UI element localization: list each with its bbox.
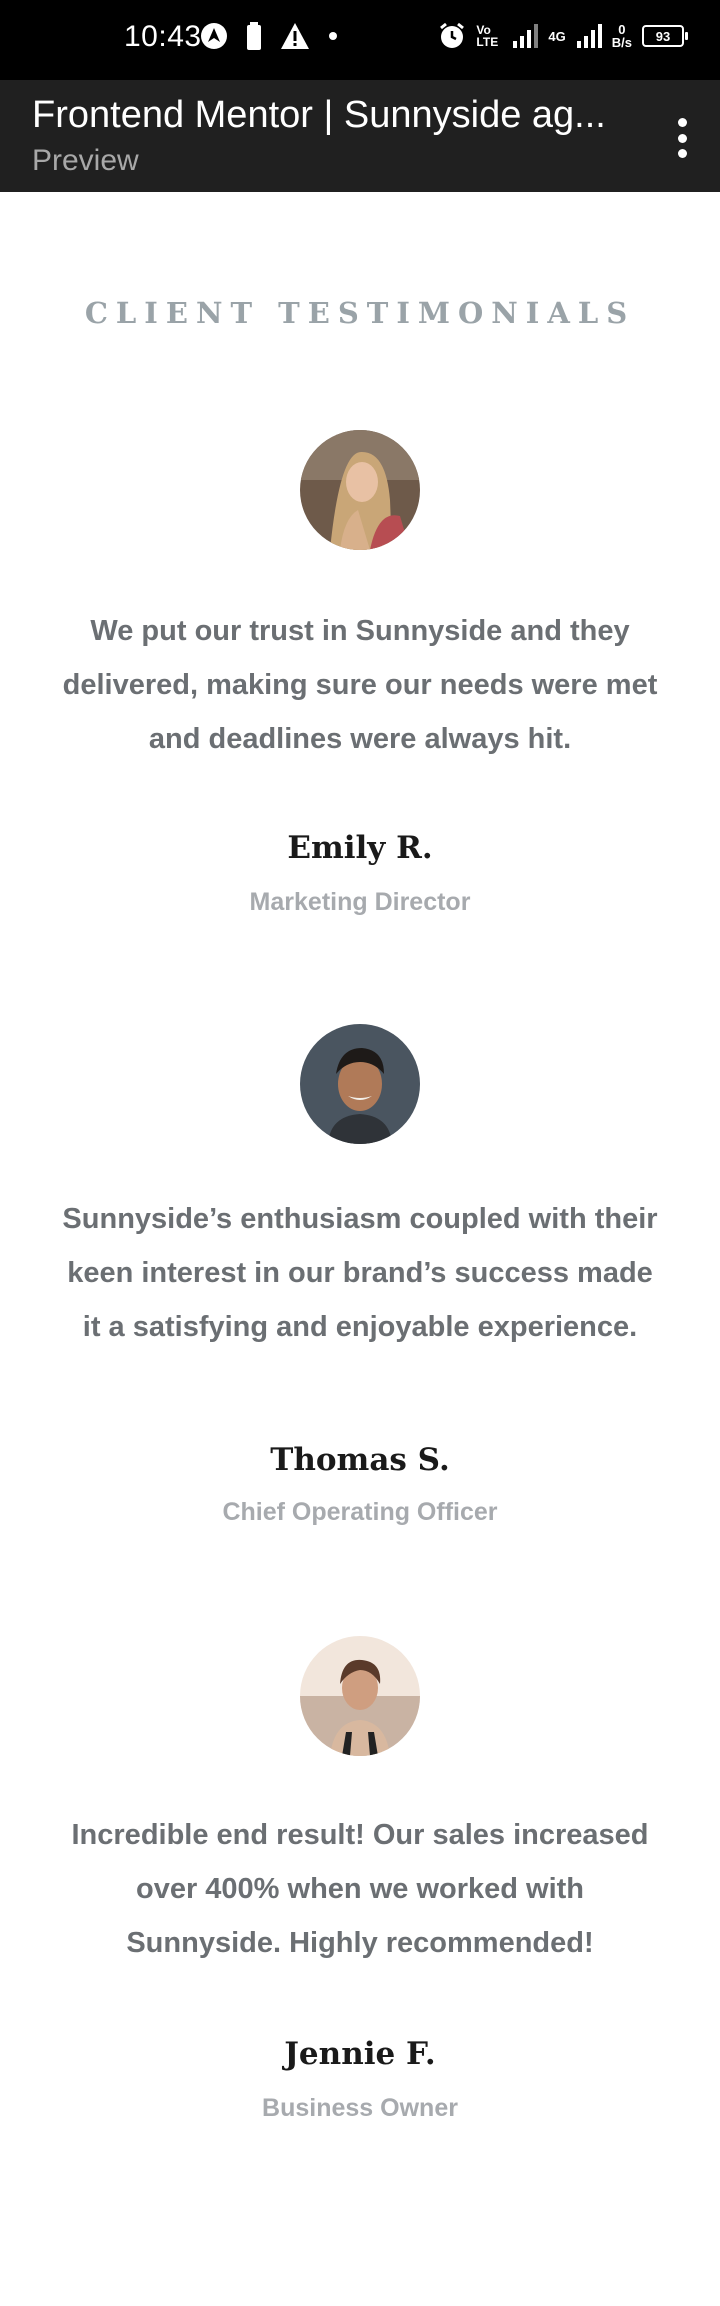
more-dot-icon xyxy=(677,133,687,143)
testimonial-quote: Incredible end result! Our sales increas… xyxy=(71,1819,649,1959)
app-bar: Frontend Mentor | Sunnyside ag... Previe… xyxy=(0,80,720,192)
battery-saver-icon xyxy=(247,22,261,50)
page-subtitle: Preview xyxy=(32,144,139,177)
navigation-app-icon xyxy=(201,23,227,49)
more-options-button[interactable] xyxy=(670,118,694,158)
warning-icon xyxy=(281,23,309,49)
signal-icon xyxy=(513,24,539,48)
status-right-icons: Vo LTE 4G 0 B/s 93 xyxy=(438,22,688,50)
avatar-jennie xyxy=(300,1636,420,1756)
testimonial-role: Chief Operating Officer xyxy=(222,1498,498,1526)
avatar-thomas-image xyxy=(300,1024,420,1144)
battery-icon: 93 xyxy=(642,25,688,47)
status-notification-icons xyxy=(200,22,338,50)
testimonial-role: Marketing Director xyxy=(249,888,471,916)
testimonial-name: Thomas S. xyxy=(270,1442,450,1478)
status-time: 10:43 xyxy=(124,20,202,53)
more-dot-icon xyxy=(677,149,687,158)
avatar-emily xyxy=(300,430,420,550)
testimonial-name: Emily R. xyxy=(287,830,433,866)
alarm-icon xyxy=(440,22,465,48)
testimonial-name: Jennie F. xyxy=(284,2036,436,2072)
testimonial-role: Business Owner xyxy=(262,2094,458,2122)
testimonial-quote: We put our trust in Sunnyside and they d… xyxy=(62,615,658,755)
data-speed: 0 B/s xyxy=(612,23,632,49)
status-bar: 10:43 Vo LTE 4G 0 B/s 93 xyxy=(0,0,720,80)
avatar-jennie-image xyxy=(300,1636,420,1756)
avatar-thomas xyxy=(300,1024,420,1144)
dot-icon xyxy=(329,32,337,40)
more-dot-icon xyxy=(677,118,687,127)
network-type-label: 4G xyxy=(548,28,566,44)
page-title: Frontend Mentor | Sunnyside ag... xyxy=(32,94,606,136)
battery-level: 93 xyxy=(655,28,671,44)
testimonial-quote: Sunnyside’s enthusiasm coupled with thei… xyxy=(62,1203,658,1343)
section-heading: CLIENT TESTIMONIALS xyxy=(84,296,636,330)
signal-icon-2 xyxy=(576,24,602,48)
avatar-emily-image xyxy=(300,430,420,550)
volte-indicator: Vo LTE xyxy=(476,23,499,49)
data-speed-unit: B/s xyxy=(611,35,632,50)
network-type: 4G xyxy=(548,30,565,43)
